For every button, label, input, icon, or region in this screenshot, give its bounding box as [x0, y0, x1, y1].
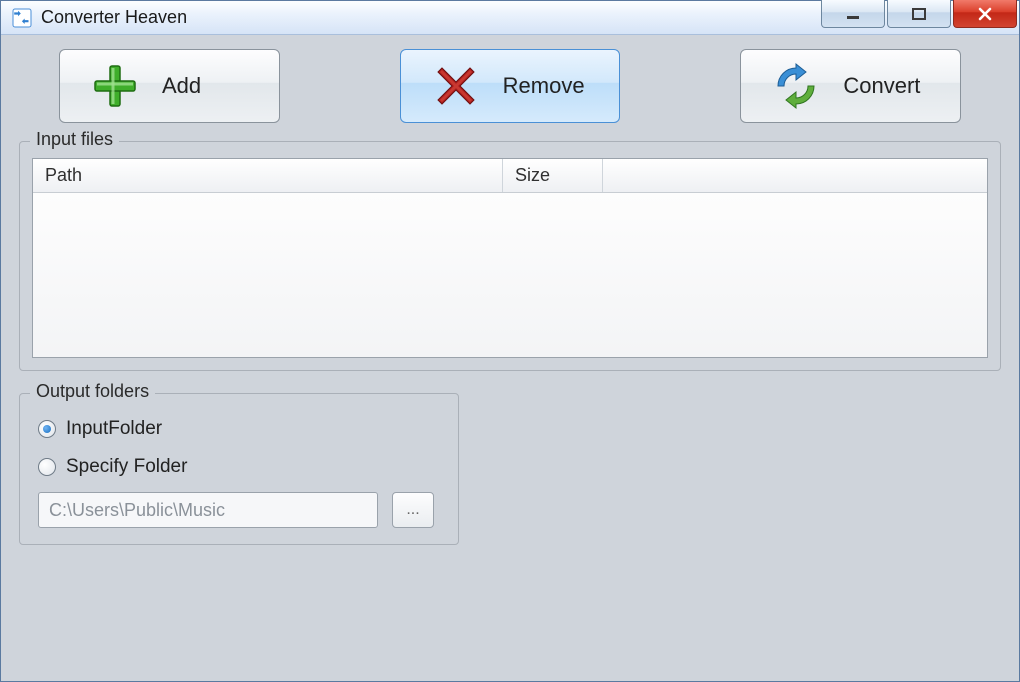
add-button[interactable]: Add [59, 49, 280, 123]
column-header-path[interactable]: Path [33, 159, 503, 192]
output-folders-legend: Output folders [30, 381, 155, 402]
refresh-icon [771, 61, 821, 111]
output-folders-group: Output folders InputFolder Specify Folde… [19, 393, 459, 545]
input-files-list[interactable]: Path Size [32, 158, 988, 358]
x-icon [431, 61, 481, 111]
remove-button-label: Remove [503, 73, 585, 99]
window-controls [821, 0, 1019, 28]
close-button[interactable] [953, 0, 1017, 28]
app-icon [11, 7, 33, 29]
output-path-row: C:\Users\Public\Music ... [32, 486, 446, 528]
remove-button[interactable]: Remove [400, 49, 621, 123]
browse-button[interactable]: ... [392, 492, 434, 528]
add-button-label: Add [162, 73, 201, 99]
list-body[interactable] [33, 193, 987, 357]
window-title: Converter Heaven [41, 7, 187, 28]
client-area: Add Remove Convert [1, 35, 1019, 681]
minimize-button[interactable] [821, 0, 885, 28]
titlebar: Converter Heaven [1, 1, 1019, 35]
radio-specify-folder-label: Specify Folder [66, 456, 187, 478]
plus-icon [90, 61, 140, 111]
output-path-input[interactable]: C:\Users\Public\Music [38, 492, 378, 528]
toolbar: Add Remove Convert [19, 45, 1001, 135]
input-files-legend: Input files [30, 129, 119, 150]
radio-specify-folder[interactable]: Specify Folder [32, 448, 446, 486]
input-files-group: Input files Path Size [19, 141, 1001, 371]
maximize-button[interactable] [887, 0, 951, 28]
convert-button[interactable]: Convert [740, 49, 961, 123]
radio-input-folder-label: InputFolder [66, 418, 162, 440]
radio-input-folder[interactable]: InputFolder [32, 410, 446, 448]
radio-icon [38, 420, 56, 438]
column-header-size[interactable]: Size [503, 159, 603, 192]
column-header-spacer [603, 159, 987, 192]
convert-button-label: Convert [843, 73, 920, 99]
app-window: Converter Heaven [0, 0, 1020, 682]
list-header: Path Size [33, 159, 987, 193]
radio-icon [38, 458, 56, 476]
